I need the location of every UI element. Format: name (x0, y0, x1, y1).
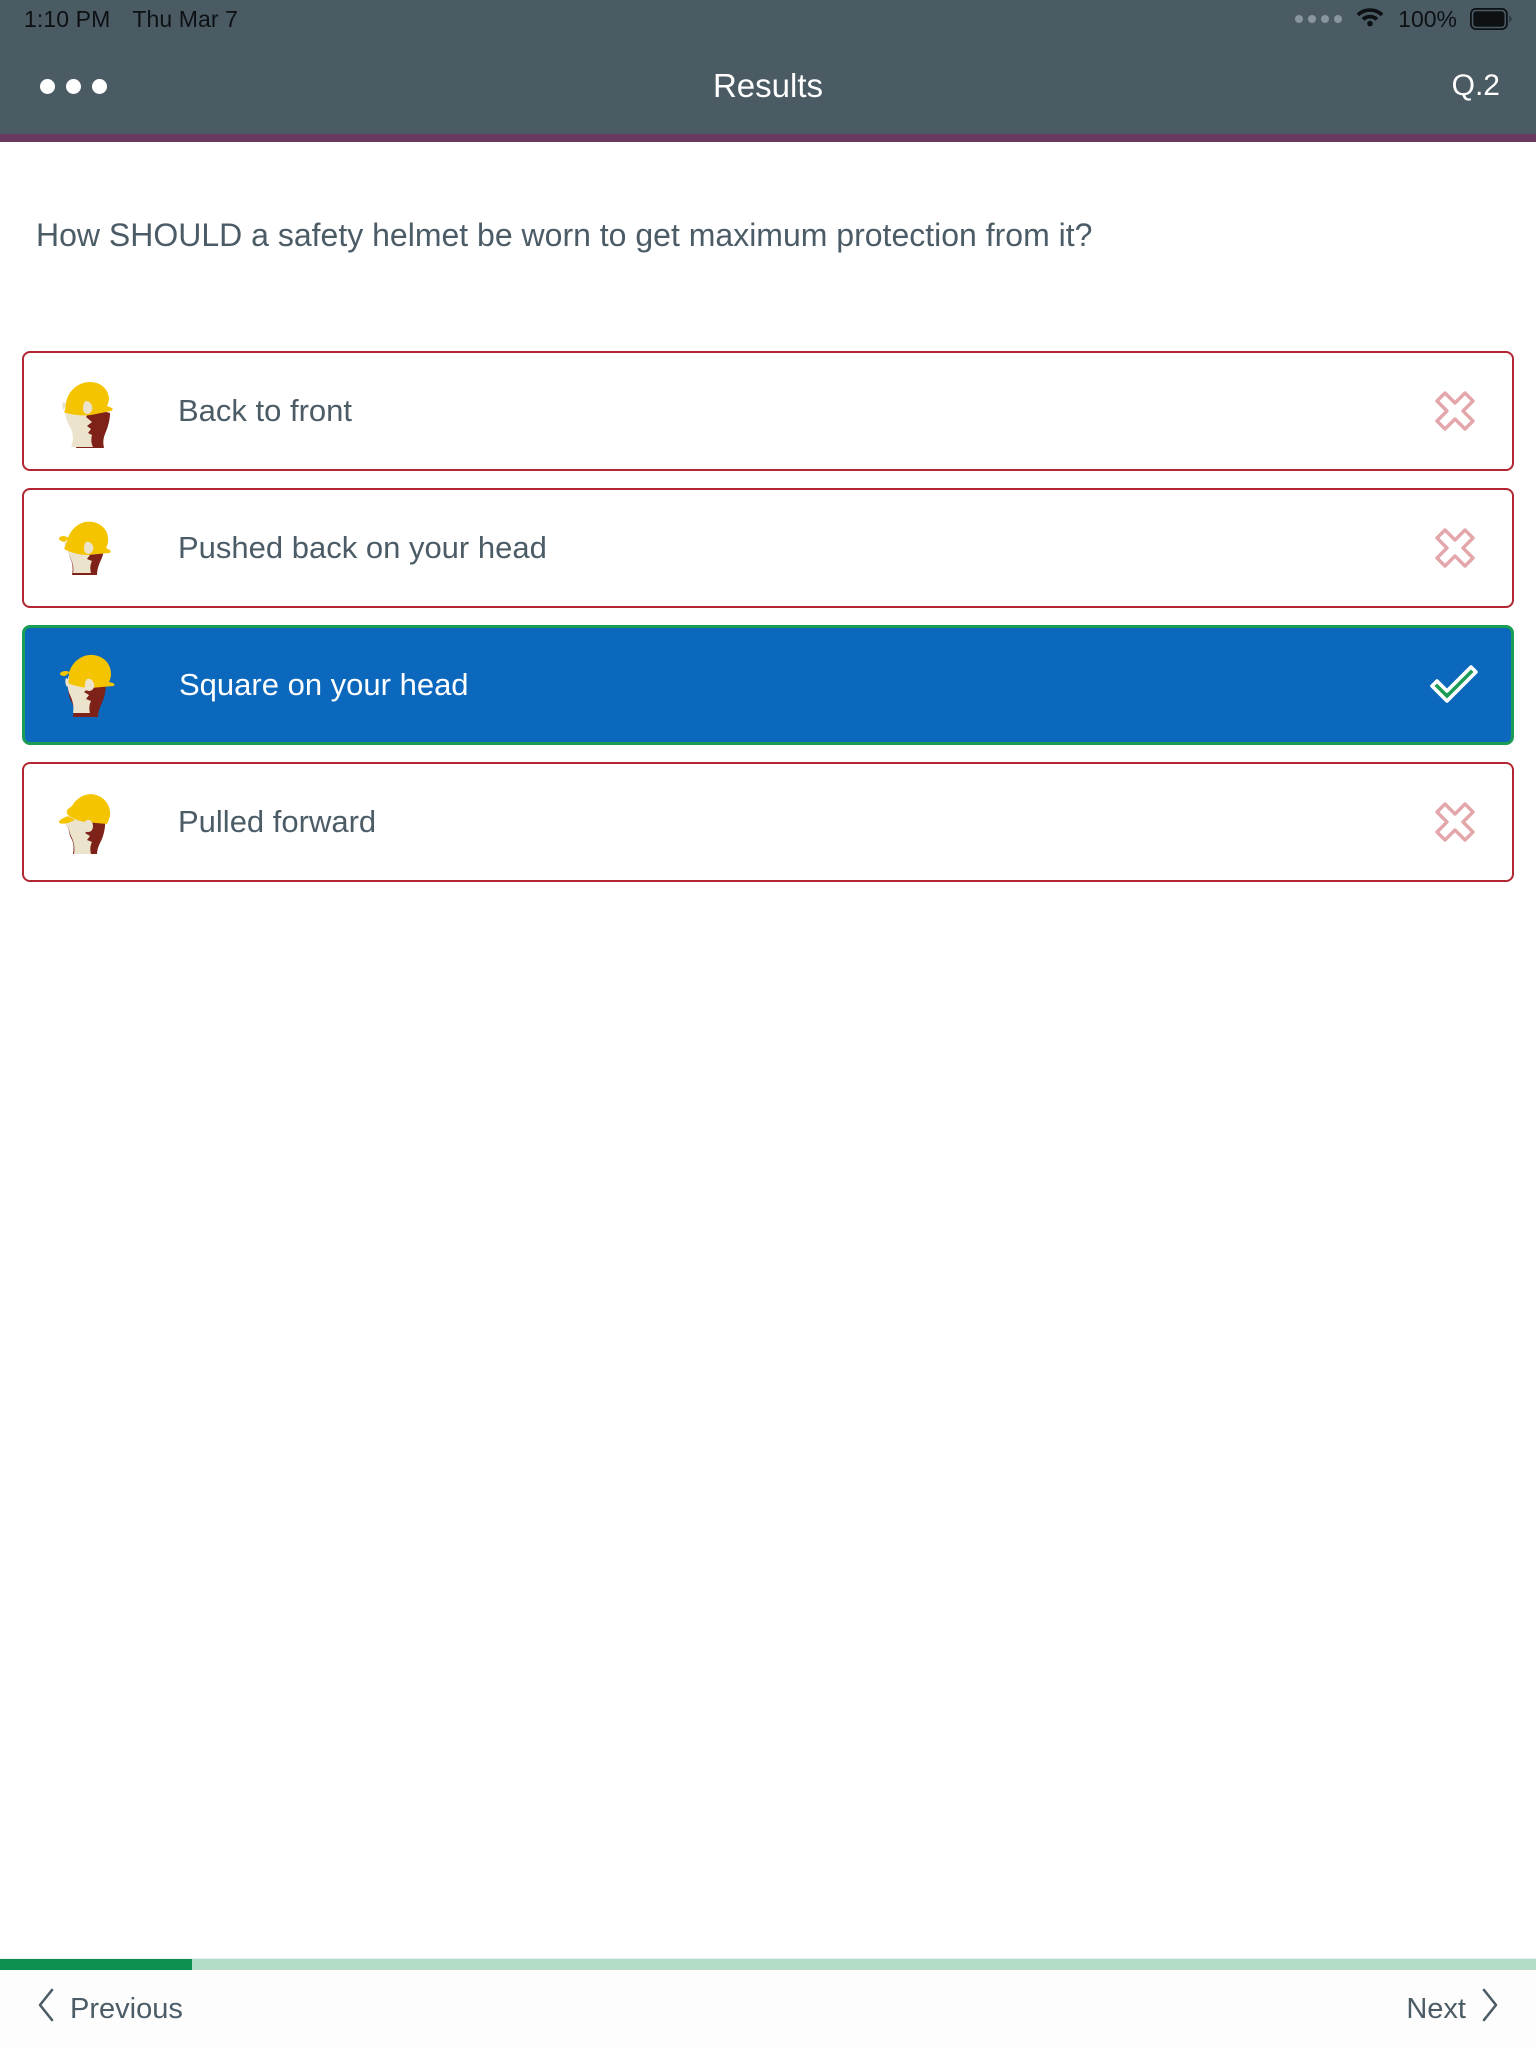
status-bar-left: 1:10 PM Thu Mar 7 (24, 6, 238, 33)
status-time: 1:10 PM (24, 5, 111, 32)
cross-icon (1424, 791, 1486, 853)
bottom-bar: Previous Next (0, 1970, 1536, 2048)
next-button[interactable]: Next (1406, 1988, 1500, 2030)
answer-option-row-selected[interactable]: Square on your head (22, 625, 1514, 746)
more-options-dots-icon[interactable] (36, 69, 111, 104)
answer-option-row[interactable]: Pulled forward (22, 762, 1514, 883)
question-indicator: Q.2 (1451, 69, 1500, 102)
battery-percentage: 100% (1398, 5, 1457, 32)
helmet-back-to-front-icon (42, 365, 134, 457)
answer-option-row[interactable]: Back to front (22, 351, 1514, 472)
next-button-label: Next (1406, 1992, 1466, 2025)
quiz-progress-bar (0, 1959, 1536, 1970)
status-date: Thu Mar 7 (132, 5, 239, 32)
cellular-signal-dots-icon (1295, 15, 1343, 23)
status-bar-right: 100% (1295, 5, 1512, 33)
chevron-right-icon (1480, 1988, 1500, 2030)
nav-accent-bar (0, 134, 1536, 142)
answer-option-label: Pushed back on your head (178, 530, 547, 566)
helmet-pulled-forward-icon (42, 776, 134, 868)
page-title: Results (712, 67, 824, 104)
previous-button[interactable]: Previous (36, 1988, 183, 2030)
quiz-results-screen: 1:10 PM Thu Mar 7 100% Results Q.2 How S… (0, 0, 1536, 2048)
ios-status-bar: 1:10 PM Thu Mar 7 100% (0, 0, 1536, 38)
checkmark-icon (1423, 654, 1485, 716)
answer-option-label: Pulled forward (178, 804, 377, 840)
bottom-navigation-area: Previous Next (0, 1958, 1536, 2048)
battery-full-icon (1470, 8, 1512, 30)
answer-options-list: Back to front Pushed back on your head S… (22, 351, 1514, 883)
content-area: How SHOULD a safety helmet be worn to ge… (0, 142, 1536, 1958)
answer-option-label: Square on your head (179, 667, 469, 703)
question-text: How SHOULD a safety helmet be worn to ge… (36, 217, 1093, 253)
cross-icon (1424, 380, 1486, 442)
chevron-left-icon (36, 1988, 56, 2030)
helmet-pushed-back-icon (42, 502, 134, 594)
answer-option-label: Back to front (178, 393, 353, 429)
quiz-progress-fill (0, 1959, 192, 1970)
answer-option-row[interactable]: Pushed back on your head (22, 488, 1514, 609)
cross-icon (1424, 517, 1486, 579)
wifi-icon (1355, 5, 1385, 33)
helmet-square-on-head-icon (43, 639, 135, 731)
previous-button-label: Previous (70, 1992, 183, 2025)
app-navigation-bar: Results Q.2 (0, 38, 1536, 134)
